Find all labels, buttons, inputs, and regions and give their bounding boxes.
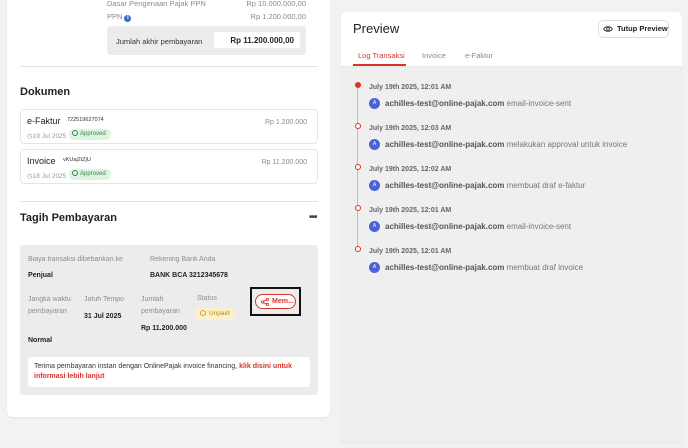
preview-title: Preview: [353, 21, 400, 36]
timeline-dot: [355, 82, 361, 88]
timeline-dot: [355, 164, 361, 170]
dpp-label: Dasar Pengenaan Pajak PPN: [107, 0, 206, 8]
share-button-highlight: Mem...: [250, 287, 301, 316]
financing-note-text: Terima pembayaran instan dengan OnlinePa…: [34, 363, 240, 370]
tab-invoice[interactable]: Invoice: [422, 51, 446, 60]
log-date: July 19th 2025, 12:01 AM: [369, 248, 452, 255]
jangka-value: Normal: [28, 337, 53, 344]
avatar: A: [369, 98, 380, 109]
tab-efaktur[interactable]: e-Faktur: [465, 51, 493, 60]
jumlah-label: Jumlah pembayaran: [141, 296, 180, 315]
document-card-invoice[interactable]: Invoice vKUaj2tZjU ◷18 Jul 2025 Approved…: [20, 149, 318, 184]
avatar: A: [369, 262, 380, 273]
dokumen-title: Dokumen: [20, 86, 71, 98]
tagih-pembayaran-title: Tagih Pembayaran: [20, 212, 117, 224]
invoice-financing-note: Terima pembayaran instan dengan OnlinePa…: [28, 357, 310, 387]
document-card-efaktur[interactable]: e-Faktur 722519627074 ◷19 Jul 2025 Appro…: [20, 109, 318, 144]
avatar: A: [369, 139, 380, 150]
more-icon[interactable]: •••: [309, 212, 317, 223]
check-icon: [72, 130, 78, 136]
dpp-row: Dasar Pengenaan Pajak PPN Rp 10.000.000,…: [107, 0, 306, 8]
total-payment-box: Jumlah akhir pembayaran Rp 11.200.000,00: [107, 26, 306, 55]
ppn-label: PPN: [107, 12, 123, 21]
document-amount: Rp 1.200.000: [264, 119, 307, 126]
log-entry: achilles-test@online-pajak.com email-inv…: [385, 99, 572, 108]
close-preview-button[interactable]: Tutup Preview: [598, 20, 669, 38]
status-badge-approved: Approved: [69, 129, 111, 140]
share-icon: [261, 298, 269, 306]
check-icon: [72, 170, 78, 176]
document-number: 722519627074: [67, 117, 104, 123]
timeline-dot: [355, 205, 361, 211]
log-date: July 19th 2025, 12:01 AM: [369, 84, 452, 91]
jatuh-tempo-label: Jatuh Tempo: [84, 296, 124, 303]
rekening-value: BANK BCA 3212345678: [150, 272, 228, 279]
clock-icon: [200, 310, 206, 316]
biaya-value: Penjual: [28, 272, 53, 279]
log-entry: achilles-test@online-pajak.com melakukan…: [385, 140, 628, 149]
jangka-label: Jangka waktu pembayaran: [28, 296, 71, 315]
status-label: Status: [197, 295, 217, 302]
timeline-dot: [355, 123, 361, 129]
total-value: Rp 11.200.000,00: [214, 32, 300, 48]
document-amount: Rp 11.200.000: [261, 159, 307, 166]
avatar: A: [369, 221, 380, 232]
rekening-label: Rekening Bank Anda: [150, 256, 216, 263]
log-entry: achilles-test@online-pajak.com email-inv…: [385, 222, 572, 231]
status-badge-approved: Approved: [69, 169, 111, 180]
divider: [20, 66, 318, 67]
document-date: ◷19 Jul 2025: [27, 133, 67, 140]
document-number: vKUaj2tZjU: [63, 157, 91, 163]
eye-icon: [603, 26, 613, 32]
log-entry: achilles-test@online-pajak.com membuat d…: [385, 263, 584, 272]
document-name: Invoice: [27, 156, 56, 166]
timeline-dot: [355, 246, 361, 252]
avatar: A: [369, 180, 380, 191]
tab-log-transaksi[interactable]: Log Transaksi: [358, 51, 405, 60]
dpp-value: Rp 10.000.000,00: [246, 0, 306, 8]
biaya-label: Biaya transaksi dibebankan ke: [28, 256, 123, 263]
share-button[interactable]: Mem...: [255, 294, 296, 309]
log-date: July 19th 2025, 12:01 AM: [369, 207, 452, 214]
jumlah-value: Rp 11.200.000: [141, 325, 187, 332]
total-label: Jumlah akhir pembayaran: [116, 37, 203, 46]
ppn-row: PPN i Rp 1.200.000,00: [107, 12, 306, 22]
log-date: July 19th 2025, 12:02 AM: [369, 166, 452, 173]
log-entry: achilles-test@online-pajak.com membuat d…: [385, 181, 586, 190]
log-date: July 19th 2025, 12:03 AM: [369, 125, 452, 132]
ppn-value: Rp 1.200.000,00: [250, 12, 306, 21]
jatuh-tempo-value: 31 Jul 2025: [84, 313, 122, 320]
info-icon[interactable]: i: [124, 15, 132, 22]
document-name: e-Faktur: [27, 116, 61, 126]
status-badge-unpaid: Unpaid: [196, 308, 235, 320]
document-date: ◷18 Jul 2025: [27, 173, 67, 180]
divider: [20, 201, 318, 202]
